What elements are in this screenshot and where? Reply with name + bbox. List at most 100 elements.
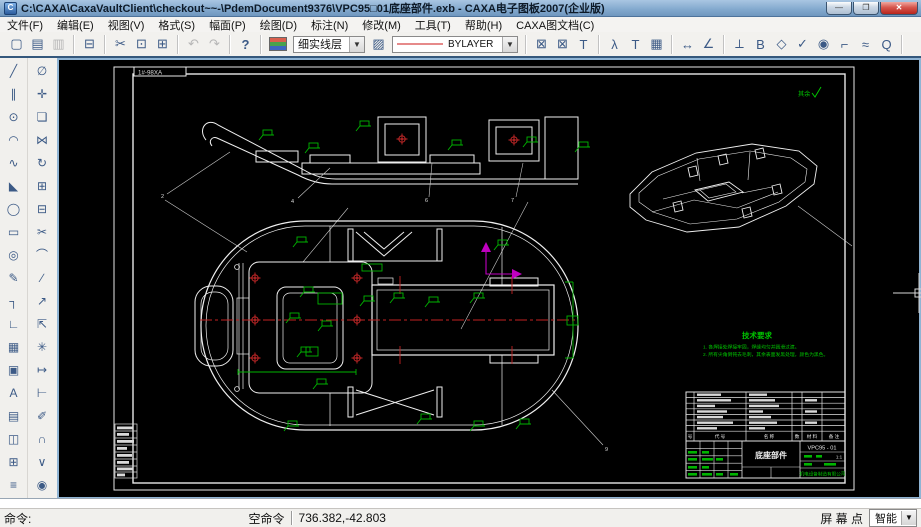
- open-icon[interactable]: ▤: [27, 35, 48, 54]
- menu-dimension[interactable]: 标注(N): [304, 17, 355, 33]
- snap-mode-combobox[interactable]: 智能 ▼: [869, 509, 917, 527]
- layers-icon[interactable]: [269, 37, 287, 51]
- save-icon[interactable]: ▥: [48, 35, 69, 54]
- circle-icon[interactable]: ⊙: [2, 105, 26, 128]
- explode-icon[interactable]: ✳: [30, 335, 54, 358]
- redo-icon[interactable]: ↷: [204, 35, 225, 54]
- polygon-icon[interactable]: ◣: [2, 174, 26, 197]
- n-curve-icon[interactable]: ∩: [30, 427, 54, 450]
- minimize-button[interactable]: —: [826, 2, 852, 15]
- ellipse-icon[interactable]: ◯: [2, 197, 26, 220]
- drawing-canvas[interactable]: 1#-98XA: [57, 58, 921, 499]
- menu-caxa-doc[interactable]: CAXA图文档(C): [509, 17, 601, 33]
- array-icon[interactable]: ⊞: [30, 174, 54, 197]
- balloon-icon[interactable]: ◉: [813, 35, 834, 54]
- mirror-icon[interactable]: ⋈: [30, 128, 54, 151]
- baseline-dim-icon[interactable]: B: [750, 35, 771, 54]
- leader-lines: [165, 152, 852, 445]
- separator: [177, 35, 179, 54]
- copy-icon[interactable]: ⊡: [131, 35, 152, 54]
- zoom-window-icon[interactable]: ⊠: [552, 35, 573, 54]
- sketch-icon[interactable]: ✎: [2, 266, 26, 289]
- separator: [901, 35, 903, 54]
- new-icon[interactable]: ▢: [6, 35, 27, 54]
- chevron-down-icon[interactable]: ▼: [502, 37, 517, 52]
- angular-dim-icon[interactable]: ∠: [698, 35, 719, 54]
- menu-format[interactable]: 格式(S): [151, 17, 202, 33]
- roughness-icon[interactable]: ≈: [855, 35, 876, 54]
- toolbar: ▢▤▥ ⊟ ✂⊡⊞ ↶↷ ? 细实线层 ▼ ▨ BYLAYER ▼ ⊠⊠T λT…: [0, 32, 921, 58]
- plan-view: [195, 221, 578, 430]
- erase-icon[interactable]: ∅: [30, 59, 54, 82]
- menu-file[interactable]: 文件(F): [0, 17, 50, 33]
- extend-icon[interactable]: ↗: [30, 289, 54, 312]
- stretch-icon[interactable]: ⇱: [30, 312, 54, 335]
- menu-draw[interactable]: 绘图(D): [253, 17, 304, 33]
- print-icon[interactable]: ⊟: [79, 35, 100, 54]
- cut-icon[interactable]: ✂: [110, 35, 131, 54]
- paste-icon[interactable]: ⊞: [152, 35, 173, 54]
- fillet-icon[interactable]: ⌒: [30, 243, 54, 266]
- polyline-icon[interactable]: ┐: [2, 289, 26, 312]
- menu-sheet[interactable]: 幅面(P): [202, 17, 253, 33]
- arc-icon[interactable]: ◠: [2, 128, 26, 151]
- spline-icon[interactable]: ∿: [2, 151, 26, 174]
- menu-help[interactable]: 帮助(H): [458, 17, 509, 33]
- symbol-icon[interactable]: ⊞: [2, 450, 26, 473]
- text-style-icon[interactable]: T: [625, 35, 646, 54]
- menu-edit[interactable]: 编辑(E): [50, 17, 101, 33]
- parallel-line-icon[interactable]: ∥: [2, 82, 26, 105]
- command-input[interactable]: [0, 499, 921, 509]
- axis-icon[interactable]: ≡: [2, 473, 26, 496]
- close-button[interactable]: ✕: [880, 2, 918, 15]
- hatch-icon[interactable]: ▦: [2, 335, 26, 358]
- text-icon[interactable]: A: [2, 381, 26, 404]
- company-name: 机电设备制造有限公司: [800, 471, 846, 478]
- help-icon[interactable]: ?: [235, 35, 256, 54]
- copy-object-icon[interactable]: ❏: [30, 105, 54, 128]
- table-icon[interactable]: ▤: [2, 404, 26, 427]
- linear-dim-icon[interactable]: ↔: [677, 35, 698, 54]
- dim-edit-icon[interactable]: ⊢: [30, 381, 54, 404]
- chevron-down-icon[interactable]: ▼: [901, 511, 916, 525]
- frame-icon[interactable]: ◫: [2, 427, 26, 450]
- linestyle-icon[interactable]: ▨: [368, 35, 389, 54]
- line-icon[interactable]: ╱: [2, 59, 26, 82]
- rotate-icon[interactable]: ↻: [30, 151, 54, 174]
- surface-finish-icon[interactable]: ✓: [792, 35, 813, 54]
- maximize-button[interactable]: ❐: [853, 2, 879, 15]
- chamfer-icon[interactable]: ∟: [2, 312, 26, 335]
- menu-modify[interactable]: 修改(M): [355, 17, 408, 33]
- surface-finish-note: 其余: [798, 87, 821, 98]
- separator: [525, 35, 527, 54]
- tool-palette: ╱∥⊙◠∿◣◯▭◎✎┐∟▦▣A▤◫⊞≡ ∅✛❏⋈↻⊞⊟✂⌒∕↗⇱✳↦⊢✐∩∨◉: [0, 58, 58, 499]
- zoom-extents-icon[interactable]: ⊠: [531, 35, 552, 54]
- menu-tools[interactable]: 工具(T): [408, 17, 458, 33]
- block-icon[interactable]: ▣: [2, 358, 26, 381]
- undo-icon[interactable]: ↶: [183, 35, 204, 54]
- tech-req-title: 技术要求: [742, 330, 772, 340]
- dim-horizontal-icon[interactable]: ↦: [30, 358, 54, 381]
- trim-icon[interactable]: ✂: [30, 220, 54, 243]
- offset-icon[interactable]: ⊟: [30, 197, 54, 220]
- dim-style-icon[interactable]: λ: [604, 35, 625, 54]
- zoom-tool-icon[interactable]: ◉: [30, 473, 54, 496]
- rectangle-icon[interactable]: ▭: [2, 220, 26, 243]
- color-combobox[interactable]: BYLAYER ▼: [392, 36, 518, 53]
- move-icon[interactable]: ✛: [30, 82, 54, 105]
- view-magnifier-icon[interactable]: Q: [876, 35, 897, 54]
- layer-combobox[interactable]: 细实线层 ▼: [293, 36, 365, 53]
- tolerance-icon[interactable]: ◇: [771, 35, 792, 54]
- style-manager-icon[interactable]: ▦: [646, 35, 667, 54]
- named-view-icon[interactable]: T: [573, 35, 594, 54]
- chevron-down-icon[interactable]: ▼: [349, 37, 364, 52]
- bom-header: 代 号: [715, 433, 726, 440]
- menu-view[interactable]: 视图(V): [101, 17, 152, 33]
- hole-icon[interactable]: ◎: [2, 243, 26, 266]
- sheet-frame: [114, 67, 854, 490]
- v-curve-icon[interactable]: ∨: [30, 450, 54, 473]
- leader-icon[interactable]: ⌐: [834, 35, 855, 54]
- datum-icon[interactable]: ⟂: [729, 35, 750, 54]
- properties-icon[interactable]: ✐: [30, 404, 54, 427]
- break-icon[interactable]: ∕: [30, 266, 54, 289]
